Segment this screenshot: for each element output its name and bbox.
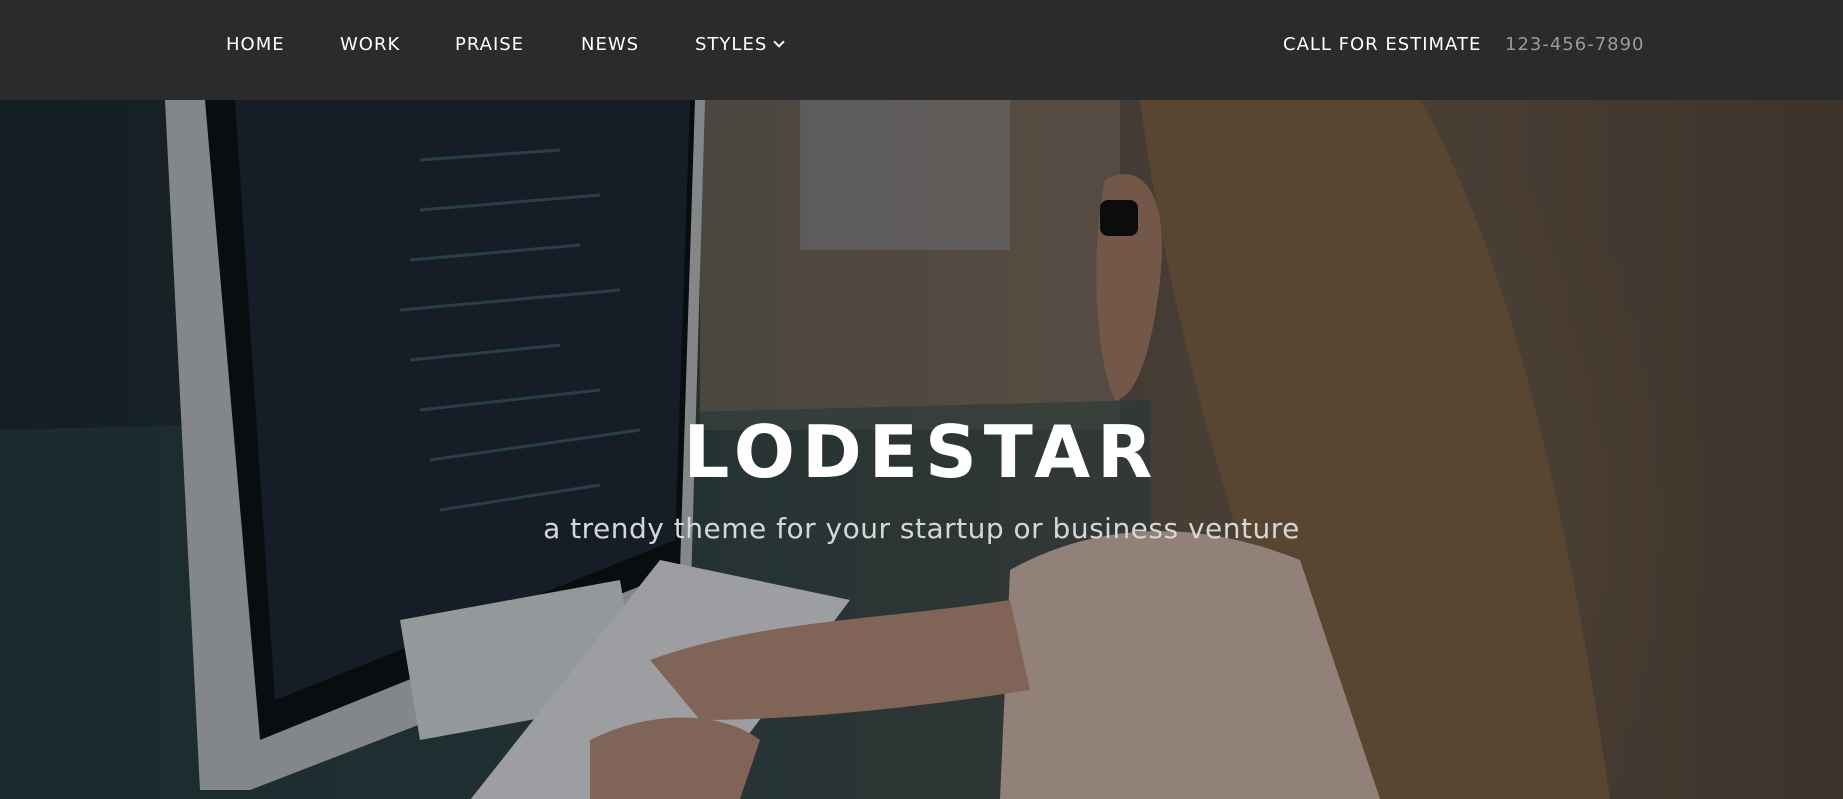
nav-news-link[interactable]: NEWS bbox=[581, 34, 639, 55]
hero-section: LODESTAR a trendy theme for your startup… bbox=[0, 100, 1843, 799]
nav-praise-link[interactable]: PRAISE bbox=[455, 34, 524, 55]
hero-subtitle: a trendy theme for your startup or busin… bbox=[543, 512, 1300, 545]
nav-home-link[interactable]: HOME bbox=[226, 34, 285, 55]
call-for-estimate-link[interactable]: CALL FOR ESTIMATE bbox=[1283, 34, 1481, 55]
hero-title: LODESTAR bbox=[683, 410, 1160, 494]
top-navbar: HOME WORK PRAISE NEWS STYLES CALL FOR ES… bbox=[0, 0, 1843, 100]
nav-styles-label: STYLES bbox=[695, 34, 768, 55]
chevron-down-icon bbox=[773, 36, 785, 48]
phone-number-link[interactable]: 123-456-7890 bbox=[1505, 34, 1645, 55]
nav-work-link[interactable]: WORK bbox=[340, 34, 400, 55]
nav-styles-dropdown[interactable]: STYLES bbox=[695, 34, 785, 55]
